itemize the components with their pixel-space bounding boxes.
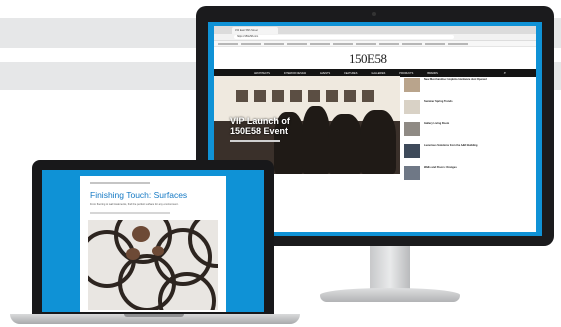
nav-item[interactable]: BRANDS bbox=[427, 72, 437, 75]
nav-item[interactable]: EVENTS bbox=[320, 72, 330, 75]
bookmark-item[interactable] bbox=[264, 42, 284, 45]
crowd-figure bbox=[360, 110, 396, 174]
site-logo[interactable]: 150E58 bbox=[349, 51, 387, 67]
nav-item[interactable]: FEATURES bbox=[344, 72, 357, 75]
artwork-frame bbox=[362, 90, 374, 102]
artwork-frame bbox=[344, 90, 356, 102]
thumbnail bbox=[404, 122, 420, 136]
thumbnail bbox=[404, 144, 420, 158]
laptop: Finishing Touch: Surfaces From flooring … bbox=[32, 160, 274, 320]
bookmark-item[interactable] bbox=[218, 42, 238, 45]
laptop-screen: Finishing Touch: Surfaces From flooring … bbox=[42, 170, 264, 312]
bookmark-item[interactable] bbox=[287, 42, 307, 45]
address-bar[interactable]: https://150e58.com bbox=[214, 34, 536, 41]
artwork-frame bbox=[326, 90, 338, 102]
monitor-neck bbox=[370, 246, 410, 292]
article-meta bbox=[90, 212, 170, 214]
hero-title[interactable]: VIP Launch of 150E58 Event bbox=[230, 116, 290, 136]
site-header: 150E58 bbox=[214, 47, 536, 69]
bookmark-item[interactable] bbox=[379, 42, 399, 45]
sidebar-item[interactable]: Summer Spring Trends bbox=[404, 100, 534, 118]
sidebar-item-label: Walls and Floors: Oranges bbox=[424, 166, 457, 169]
sidebar-item-label: New Merchandise: Hopkins Hardware Just O… bbox=[424, 78, 487, 81]
browser-tab-bar: 150 East 58th Street bbox=[214, 26, 536, 34]
nav-item[interactable]: INTERIOR DESIGN bbox=[284, 72, 306, 75]
sidebar-item[interactable]: Gallery Living Room bbox=[404, 122, 534, 140]
crowd-figure bbox=[302, 106, 330, 174]
bookmark-item[interactable] bbox=[402, 42, 422, 45]
thumbnail bbox=[404, 166, 420, 180]
artwork-frame bbox=[290, 90, 302, 102]
sidebar-list: New Merchandise: Hopkins Hardware Just O… bbox=[404, 78, 534, 188]
sidebar-item[interactable]: Luxurious Solutions from the A&D Buildin… bbox=[404, 144, 534, 162]
sidebar-item[interactable]: Walls and Floors: Oranges bbox=[404, 166, 534, 184]
breadcrumb[interactable] bbox=[90, 182, 150, 184]
decor-flower bbox=[132, 226, 150, 242]
hero-title-line: 150E58 Event bbox=[230, 126, 289, 136]
monitor-stand bbox=[320, 288, 460, 302]
search-icon[interactable]: ⌕ bbox=[504, 70, 506, 75]
browser-tab[interactable]: 150 East 58th Street bbox=[232, 27, 278, 34]
nav-item[interactable]: PRODUCTS bbox=[399, 72, 413, 75]
address-url[interactable]: https://150e58.com bbox=[234, 35, 454, 39]
article-page: Finishing Touch: Surfaces From flooring … bbox=[80, 176, 226, 312]
artwork-frame bbox=[254, 90, 266, 102]
bookmark-item[interactable] bbox=[448, 42, 468, 45]
tab-label: 150 East 58th Street bbox=[235, 29, 258, 32]
laptop-notch bbox=[124, 314, 184, 317]
bookmark-item[interactable] bbox=[333, 42, 353, 45]
hero-title-line: VIP Launch of bbox=[230, 116, 290, 126]
sidebar-item-label: Gallery Living Room bbox=[424, 122, 450, 125]
hero-meta bbox=[230, 140, 280, 142]
bookmark-item[interactable] bbox=[356, 42, 376, 45]
artwork-frame bbox=[272, 90, 284, 102]
thumbnail bbox=[404, 78, 420, 92]
sidebar-item-label: Luxurious Solutions from the A&D Buildin… bbox=[424, 144, 478, 147]
article-subtitle: From flooring to wall treatments, find t… bbox=[90, 203, 179, 206]
article-title: Finishing Touch: Surfaces bbox=[90, 190, 188, 200]
crowd-figure bbox=[328, 114, 362, 174]
decor-flower bbox=[126, 248, 140, 260]
artwork-frame bbox=[236, 90, 248, 102]
article-image[interactable] bbox=[88, 220, 218, 310]
webcam bbox=[372, 12, 376, 16]
nav-item[interactable]: GALLERIES bbox=[371, 72, 385, 75]
sidebar-item-label: Summer Spring Trends bbox=[424, 100, 453, 103]
thumbnail bbox=[404, 100, 420, 114]
bookmark-item[interactable] bbox=[310, 42, 330, 45]
decor-flower bbox=[152, 246, 164, 256]
bookmark-item[interactable] bbox=[241, 42, 261, 45]
bookmark-item[interactable] bbox=[425, 42, 445, 45]
artwork-frame bbox=[308, 90, 320, 102]
sidebar-item[interactable]: New Merchandise: Hopkins Hardware Just O… bbox=[404, 78, 534, 96]
nav-item[interactable]: ARCHITECTS bbox=[254, 72, 270, 75]
